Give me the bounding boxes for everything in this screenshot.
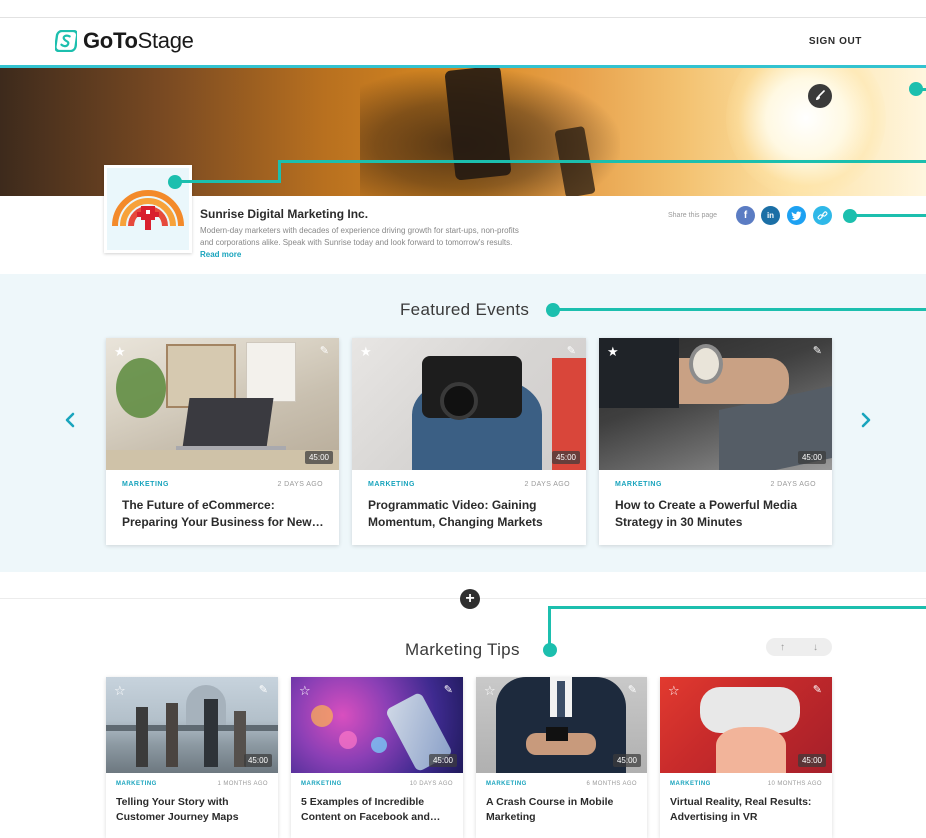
duration-badge: 45:00 [428,754,457,767]
page: GoToStage SIGN OUT Sunrise Digital Marke… [0,0,926,838]
featured-event-card[interactable]: ★ ✎ 45:00 MARKETING 2 DAYS AGO The Futur… [106,338,339,545]
tip-event-card[interactable]: ☆ ✎ 45:00 MARKETING 10 MONTHS AGO Virtua… [660,677,832,838]
annotation-line-banner [916,88,926,91]
event-category: MARKETING [670,781,711,787]
duration-badge: 45:00 [304,451,333,464]
event-thumbnail: ☆ ✎ 45:00 [291,677,463,773]
gotostage-logo-icon [55,30,77,52]
event-title[interactable]: Programmatic Video: Gaining Momentum, Ch… [368,497,573,531]
logo-light-text: Stage [137,28,194,53]
tip-event-card[interactable]: ☆ ✎ 45:00 MARKETING 1 MONTHS AGO Telling… [106,677,278,838]
annotation-line-logo-v [278,160,281,183]
event-category: MARKETING [486,781,527,787]
link-icon [817,211,828,220]
chevron-left-icon [65,412,75,428]
plus-icon: + [465,590,475,607]
edit-pencil-icon[interactable]: ✎ [628,683,637,696]
twitter-icon [791,210,802,220]
event-category: MARKETING [122,481,169,488]
annotation-line-logo-h2 [278,160,926,163]
event-title[interactable]: The Future of eCommerce: Preparing Your … [122,497,327,531]
facebook-share-button[interactable]: f [736,206,755,225]
event-title[interactable]: 5 Examples of Incredible Content on Face… [301,795,456,825]
event-category: MARKETING [301,781,342,787]
edit-banner-brush-button[interactable] [808,84,832,108]
edit-pencil-icon[interactable]: ✎ [259,683,268,696]
event-category: MARKETING [116,781,157,787]
add-section-button[interactable]: + [460,589,480,609]
hero-phone-silhouette [444,68,512,181]
duration-badge: 45:00 [612,754,641,767]
event-title[interactable]: A Crash Course in Mobile Marketing [486,795,641,825]
featured-events-title: Featured Events [400,300,530,319]
section-reorder-control: ↑ ↓ [766,638,832,656]
hero-sun-glow [726,68,886,196]
event-thumbnail: ☆ ✎ 45:00 [476,677,647,773]
favorite-star-icon[interactable]: ★ [607,344,619,360]
event-thumbnail: ★ ✎ 45:00 [352,338,586,470]
event-time-ago: 2 DAYS AGO [524,481,570,488]
move-down-icon[interactable]: ↓ [813,642,818,653]
gotostage-logo[interactable]: GoToStage [55,28,194,54]
duration-badge: 45:00 [797,754,826,767]
edit-pencil-icon[interactable]: ✎ [444,683,453,696]
twitter-share-button[interactable] [787,206,806,225]
favorite-star-icon[interactable]: ☆ [668,683,680,699]
annotation-line-logo-h1 [175,180,280,183]
share-label: Share this page [668,212,718,219]
marketing-tips-title: Marketing Tips [405,640,520,659]
annotation-line-featured [553,308,926,311]
linkedin-icon: in [766,211,775,220]
favorite-star-icon[interactable]: ★ [114,344,126,360]
company-name: Sunrise Digital Marketing Inc. [200,207,369,221]
annotation-line-tips-v [548,606,551,650]
event-title[interactable]: Virtual Reality, Real Results: Advertisi… [670,795,825,825]
event-time-ago: 10 DAYS AGO [409,781,453,787]
favorite-star-icon[interactable]: ☆ [299,683,311,699]
brush-icon [816,90,825,100]
carousel-next-button[interactable] [860,408,872,434]
tip-event-card[interactable]: ☆ ✎ 45:00 MARKETING 6 MONTHS AGO A Crash… [476,677,647,838]
sign-out-button[interactable]: SIGN OUT [809,36,862,47]
duration-badge: 45:00 [797,451,826,464]
annotation-line-share [850,214,926,217]
duration-badge: 45:00 [551,451,580,464]
event-time-ago: 2 DAYS AGO [277,481,323,488]
edit-pencil-icon[interactable]: ✎ [813,344,822,357]
event-thumbnail: ☆ ✎ 45:00 [660,677,832,773]
edit-pencil-icon[interactable]: ✎ [813,683,822,696]
favorite-star-icon[interactable]: ★ [360,344,372,360]
featured-event-card[interactable]: ★ ✎ 45:00 MARKETING 2 DAYS AGO How to Cr… [599,338,832,545]
edit-pencil-icon[interactable]: ✎ [320,344,329,357]
event-time-ago: 2 DAYS AGO [770,481,816,488]
event-time-ago: 1 MONTHS AGO [217,781,268,787]
favorite-star-icon[interactable]: ☆ [114,683,126,699]
event-time-ago: 10 MONTHS AGO [767,781,822,787]
event-thumbnail: ☆ ✎ 45:00 [106,677,278,773]
annotation-line-tips-h [548,606,926,609]
copy-link-share-button[interactable] [813,206,832,225]
event-category: MARKETING [368,481,415,488]
event-category: MARKETING [615,481,662,488]
event-title[interactable]: Telling Your Story with Customer Journey… [116,795,271,825]
read-more-link[interactable]: Read more [200,250,241,259]
event-thumbnail: ★ ✎ 45:00 [599,338,832,470]
event-title[interactable]: How to Create a Powerful Media Strategy … [615,497,820,531]
company-description: Modern-day marketers with decades of exp… [200,225,530,261]
chevron-right-icon [861,412,871,428]
app-header: GoToStage SIGN OUT [0,18,926,65]
duration-badge: 45:00 [243,754,272,767]
company-description-text: Modern-day marketers with decades of exp… [200,226,519,247]
linkedin-share-button[interactable]: in [761,206,780,225]
carousel-prev-button[interactable] [64,408,76,434]
logo-bold-text: GoTo [83,28,138,53]
move-up-icon[interactable]: ↑ [780,642,785,653]
favorite-star-icon[interactable]: ☆ [484,683,496,699]
edit-pencil-icon[interactable]: ✎ [567,344,576,357]
event-thumbnail: ★ ✎ 45:00 [106,338,339,470]
featured-event-card[interactable]: ★ ✎ 45:00 MARKETING 2 DAYS AGO Programma… [352,338,586,545]
tip-event-card[interactable]: ☆ ✎ 45:00 MARKETING 10 DAYS AGO 5 Exampl… [291,677,463,838]
event-time-ago: 6 MONTHS AGO [586,781,637,787]
facebook-icon: f [743,210,748,221]
